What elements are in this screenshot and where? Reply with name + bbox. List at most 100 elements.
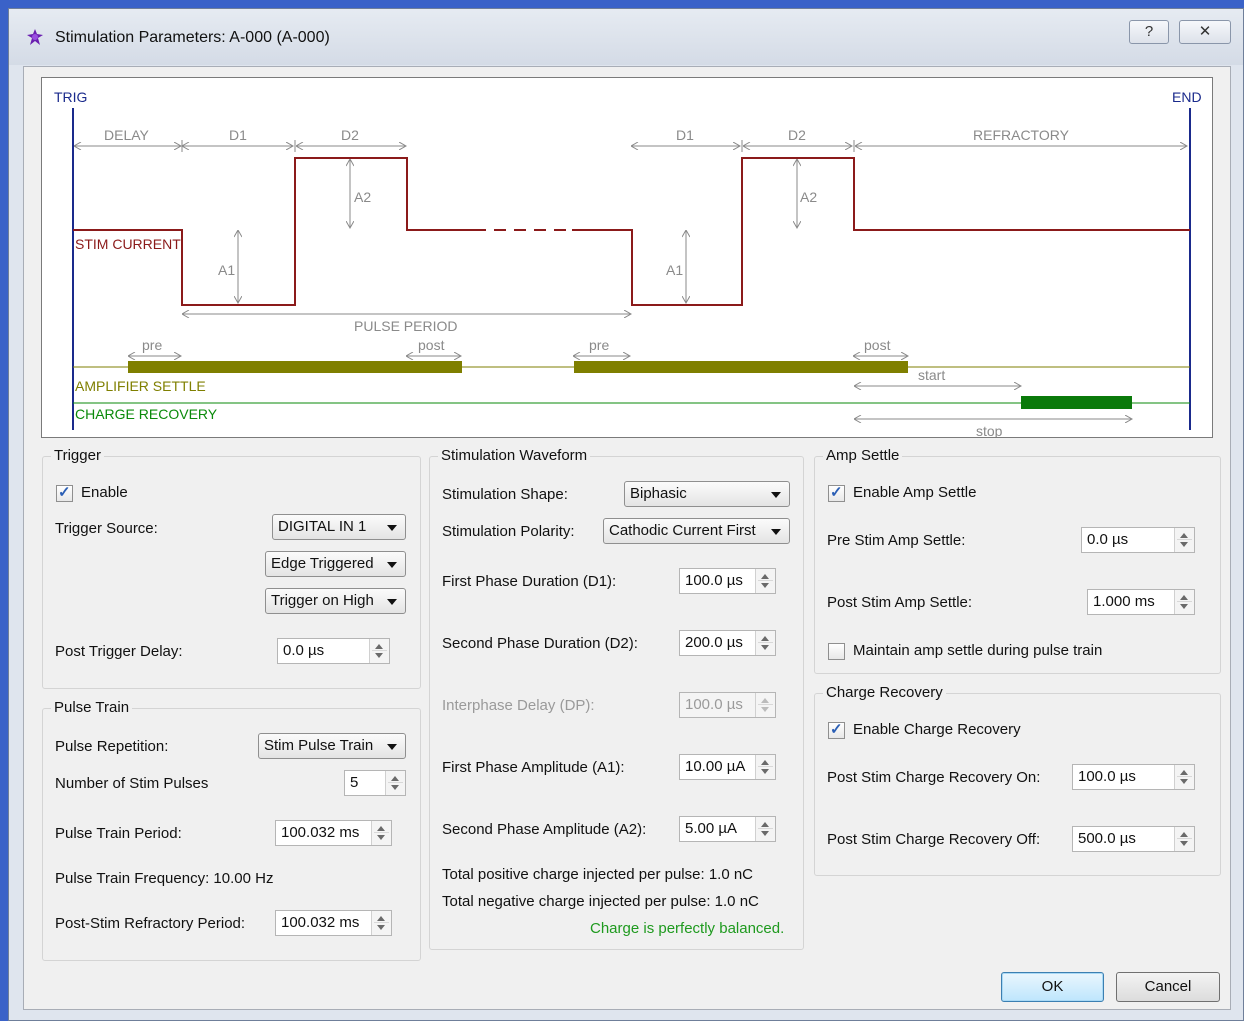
num-stim-pulses-spinbox[interactable]: 5 [344,770,406,796]
num-stim-pulses-label: Number of Stim Pulses [55,775,209,792]
amp-settle-label: AMPLIFIER SETTLE [75,378,206,394]
spin-buttons[interactable] [755,817,775,841]
a2-value: 5.00 µA [685,820,738,837]
pulse-repetition-combo[interactable]: Stim Pulse Train [258,733,406,759]
help-button[interactable]: ? [1129,20,1169,44]
pre-stim-amp-settle-spinbox[interactable]: 0.0 µs [1081,527,1195,553]
post-trigger-delay-value: 0.0 µs [283,642,325,659]
d1-label: First Phase Duration (D1): [442,573,617,590]
spin-buttons[interactable] [755,755,775,779]
post-trigger-delay-label: Post Trigger Delay: [55,643,183,660]
stim-polarity-value: Cathodic Current First [609,522,756,539]
a1-label-1: A1 [218,262,235,278]
d2-label-2: D2 [788,127,806,143]
arrow-up-icon [1180,595,1188,600]
arrow-down-icon [1180,542,1188,547]
spin-buttons[interactable] [755,569,775,593]
stim-shape-label: Stimulation Shape: [442,486,568,503]
spin-buttons[interactable] [1174,765,1194,789]
a1-label: First Phase Amplitude (A1): [442,759,625,776]
arrow-up-icon [1180,770,1188,775]
charge-recovery-off-label: Post Stim Charge Recovery Off: [827,831,1041,848]
d2-label: Second Phase Duration (D2): [442,635,638,652]
pulse-repetition-value: Stim Pulse Train [264,737,374,754]
dp-label: Interphase Delay (DP): [442,697,595,714]
spin-buttons[interactable] [371,821,391,845]
d1-label-1: D1 [229,127,247,143]
spin-buttons[interactable] [369,639,389,663]
a1-spinbox[interactable]: 10.00 µA [679,754,776,780]
post-label-2: post [864,337,891,353]
spin-buttons[interactable] [1174,590,1194,614]
trigger-level-value: Trigger on High [271,592,374,609]
trigger-enable-checkbox[interactable]: ✓ [56,484,73,502]
refractory-period-label: Post-Stim Refractory Period: [55,915,246,932]
trigger-source-value: DIGITAL IN 1 [278,518,367,535]
arrow-up-icon [375,644,383,649]
pre-label-2: pre [589,337,609,353]
arrow-up-icon [761,822,769,827]
dp-spinbox[interactable]: 100.0 µs [679,692,776,718]
stim-shape-combo[interactable]: Biphasic [624,481,790,507]
pulse-train-period-spinbox[interactable]: 100.032 ms [275,820,392,846]
spin-buttons[interactable] [371,911,391,935]
stim-polarity-combo[interactable]: Cathodic Current First [603,518,790,544]
app-icon [27,29,43,45]
spin-buttons[interactable] [1174,827,1194,851]
stim-waveform-group: Stimulation Waveform Stimulation Shape: … [429,447,804,950]
pre-label-1: pre [142,337,162,353]
spin-buttons[interactable] [755,631,775,655]
trigger-group-title: Trigger [51,447,104,464]
charge-recovery-bar [1021,396,1132,409]
spin-buttons[interactable] [755,693,775,717]
charge-recovery-on-spinbox[interactable]: 100.0 µs [1072,764,1195,790]
d2-spinbox[interactable]: 200.0 µs [679,630,776,656]
amp-settle-enable-checkbox[interactable]: ✓ [828,484,845,502]
maintain-amp-settle-checkbox[interactable] [828,643,845,660]
amp-settle-bar-2 [574,361,908,373]
arrow-up-icon [761,698,769,703]
arrow-down-icon [377,925,385,930]
trigger-edge-combo[interactable]: Edge Triggered [265,551,406,577]
pulse-train-group-title: Pulse Train [51,699,133,716]
pre-stim-amp-settle-label: Pre Stim Amp Settle: [827,532,966,549]
start-label: start [918,367,945,383]
close-button[interactable]: ✕ [1179,20,1231,44]
post-stim-amp-settle-spinbox[interactable]: 1.000 ms [1087,589,1195,615]
stop-label: stop [976,423,1003,437]
refractory-period-spinbox[interactable]: 100.032 ms [275,910,392,936]
d1-spinbox[interactable]: 100.0 µs [679,568,776,594]
refractory-label: REFRACTORY [973,127,1070,143]
chevron-down-icon [387,744,397,750]
stim-waveform-group-title: Stimulation Waveform [438,447,591,464]
stim-params-dialog: Stimulation Parameters: A-000 (A-000) ? … [8,8,1244,1021]
stim-diagram: TRIG END DELAY D1 D2 D1 D2 REFRACTORY ST… [41,77,1213,439]
trigger-group: Trigger ✓ Enable Trigger Source: DIGITAL… [42,447,421,689]
arrow-down-icon [761,769,769,774]
arrow-up-icon [1180,832,1188,837]
amp-settle-bar-1 [128,361,462,373]
ok-button[interactable]: OK [1001,972,1104,1002]
arrow-down-icon [391,785,399,790]
stim-waveform-1 [73,157,474,306]
trigger-source-combo[interactable]: DIGITAL IN 1 [272,514,406,540]
charge-recovery-off-spinbox[interactable]: 500.0 µs [1072,826,1195,852]
d1-value: 100.0 µs [685,572,743,589]
post-stim-amp-settle-label: Post Stim Amp Settle: [827,594,973,611]
arrow-down-icon [375,653,383,658]
spin-buttons[interactable] [385,771,405,795]
cancel-button[interactable]: Cancel [1116,972,1220,1002]
arrow-up-icon [1180,533,1188,538]
a2-spinbox[interactable]: 5.00 µA [679,816,776,842]
trigger-level-combo[interactable]: Trigger on High [265,588,406,614]
charge-recovery-on-label: Post Stim Charge Recovery On: [827,769,1041,786]
charge-recovery-group-title: Charge Recovery [823,684,946,701]
arrow-down-icon [761,831,769,836]
post-trigger-delay-spinbox[interactable]: 0.0 µs [277,638,390,664]
dialog-client: TRIG END DELAY D1 D2 D1 D2 REFRACTORY ST… [23,66,1231,1010]
spin-buttons[interactable] [1174,528,1194,552]
stim-polarity-label: Stimulation Polarity: [442,523,575,540]
trigger-edge-value: Edge Triggered [271,555,374,572]
pulse-train-period-value: 100.032 ms [281,824,360,841]
charge-recovery-enable-checkbox[interactable]: ✓ [828,721,845,739]
